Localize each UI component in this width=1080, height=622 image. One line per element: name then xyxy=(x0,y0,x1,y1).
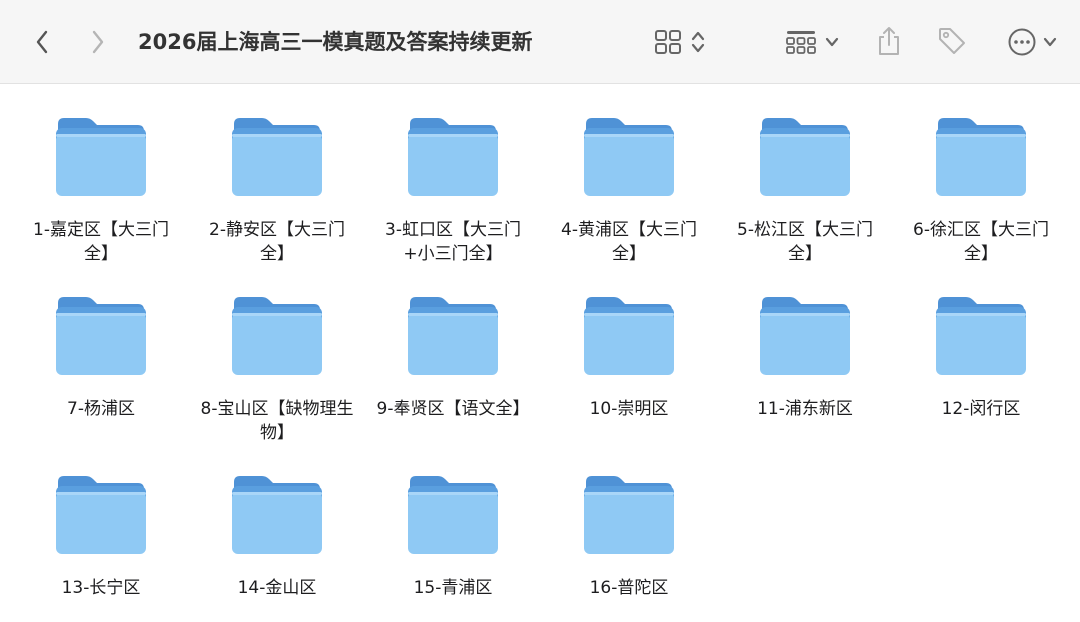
folder-icon xyxy=(232,118,322,196)
more-button[interactable] xyxy=(1000,24,1064,60)
share-button[interactable] xyxy=(870,22,908,60)
folder-item[interactable]: 15-青浦区 xyxy=(365,472,541,600)
view-mode-button[interactable] xyxy=(648,24,712,60)
folder-item[interactable]: 16-普陀区 xyxy=(541,472,717,600)
group-by-icon xyxy=(786,31,816,54)
folder-item[interactable]: 1-嘉定区【大三门全】 xyxy=(13,114,189,266)
share-icon xyxy=(879,27,899,55)
folder-item[interactable]: 11-浦东新区 xyxy=(717,293,893,421)
toolbar: 2026届上海高三一模真题及答案持续更新 xyxy=(0,0,1080,84)
folder-label: 5-松江区【大三门全】 xyxy=(737,220,873,264)
folder-label: 4-黄浦区【大三门全】 xyxy=(561,220,697,264)
folder-item[interactable]: 12-闵行区 xyxy=(893,293,1069,421)
folder-label: 13-长宁区 xyxy=(61,578,141,598)
chevron-down-icon xyxy=(825,37,839,47)
chevron-down-icon xyxy=(1043,37,1057,47)
grid-view-icon xyxy=(655,30,681,54)
folder-item[interactable]: 7-杨浦区 xyxy=(13,293,189,421)
forward-button[interactable] xyxy=(82,26,114,58)
folder-icon xyxy=(408,297,498,375)
tags-button[interactable] xyxy=(932,22,972,60)
folder-item[interactable]: 9-奉贤区【语文全】 xyxy=(365,293,541,421)
folder-label: 10-崇明区 xyxy=(589,399,669,419)
chevron-left-icon xyxy=(36,30,48,54)
folder-label: 3-虹口区【大三门+小三门全】 xyxy=(385,220,521,264)
folder-label: 8-宝山区【缺物理生物】 xyxy=(200,399,354,443)
folder-label: 15-青浦区 xyxy=(413,578,493,598)
folder-icon xyxy=(936,118,1026,196)
folder-label: 16-普陀区 xyxy=(589,578,669,598)
folder-icon xyxy=(584,476,674,554)
chevron-right-icon xyxy=(92,30,104,54)
folder-label: 9-奉贤区【语文全】 xyxy=(376,399,530,419)
folder-icon xyxy=(760,297,850,375)
folder-icon xyxy=(584,297,674,375)
folder-label: 2-静安区【大三门全】 xyxy=(209,220,345,264)
folder-item[interactable]: 8-宝山区【缺物理生物】 xyxy=(189,293,365,445)
folder-icon xyxy=(232,476,322,554)
folder-item[interactable]: 5-松江区【大三门全】 xyxy=(717,114,893,266)
folder-item[interactable]: 13-长宁区 xyxy=(13,472,189,600)
folder-item[interactable]: 3-虹口区【大三门+小三门全】 xyxy=(365,114,541,266)
folder-item[interactable]: 4-黄浦区【大三门全】 xyxy=(541,114,717,266)
group-by-button[interactable] xyxy=(780,24,844,60)
folder-icon xyxy=(56,297,146,375)
folder-item[interactable]: 2-静安区【大三门全】 xyxy=(189,114,365,266)
folder-label: 1-嘉定区【大三门全】 xyxy=(33,220,169,264)
folder-item[interactable]: 14-金山区 xyxy=(189,472,365,600)
folder-label: 7-杨浦区 xyxy=(67,399,135,419)
folder-icon xyxy=(936,297,1026,375)
folder-label: 6-徐汇区【大三门全】 xyxy=(913,220,1049,264)
back-button[interactable] xyxy=(26,26,58,58)
folder-item[interactable]: 10-崇明区 xyxy=(541,293,717,421)
folder-item[interactable]: 6-徐汇区【大三门全】 xyxy=(893,114,1069,266)
folder-icon xyxy=(56,476,146,554)
folder-icon xyxy=(760,118,850,196)
folder-icon xyxy=(408,476,498,554)
folder-label: 14-金山区 xyxy=(237,578,317,598)
more-icon xyxy=(1008,28,1036,56)
tag-icon xyxy=(939,28,965,54)
folder-icon xyxy=(584,118,674,196)
folder-icon xyxy=(232,297,322,375)
folder-grid: 1-嘉定区【大三门全】 2-静安区【大三门全】 3-虹口区【大三门+小三门全】 4-黄… xyxy=(0,84,1080,622)
folder-label: 11-浦东新区 xyxy=(757,399,853,419)
folder-icon xyxy=(408,118,498,196)
chevron-up-down-icon xyxy=(691,31,705,53)
window-title: 2026届上海高三一模真题及答案持续更新 xyxy=(138,30,533,54)
folder-icon xyxy=(56,118,146,196)
folder-label: 12-闵行区 xyxy=(941,399,1021,419)
